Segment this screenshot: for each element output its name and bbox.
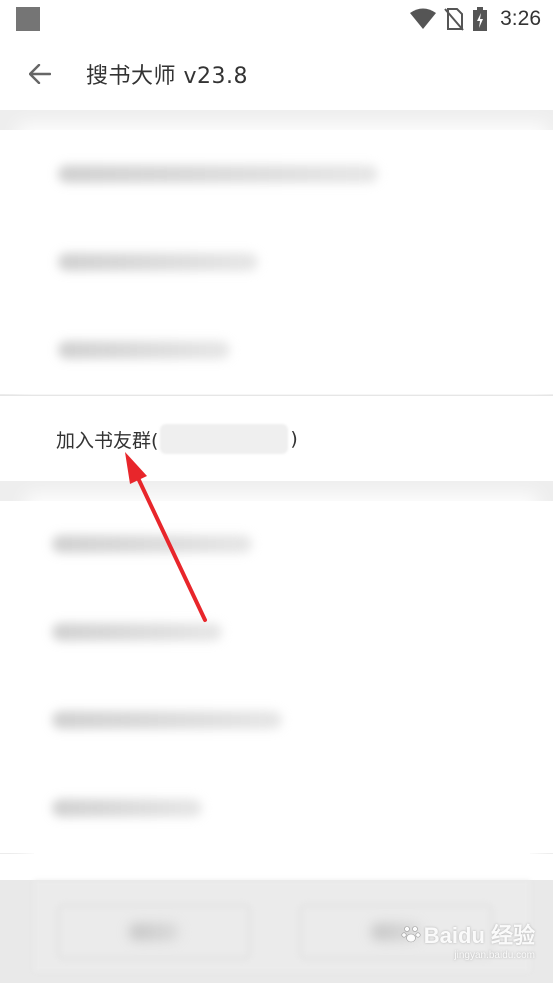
status-bar: 3:26 <box>0 0 553 38</box>
section-divider <box>0 110 553 130</box>
join-group-row[interactable]: 加入书友群( ) <box>0 395 553 482</box>
back-arrow-icon <box>29 64 51 84</box>
blurred-item-text <box>52 711 282 729</box>
dialog-left-button[interactable] <box>58 905 250 959</box>
status-icons: 3:26 <box>410 5 541 33</box>
back-button[interactable] <box>20 56 60 92</box>
blurred-menu-bottom <box>34 502 530 880</box>
join-group-label: 加入书友群( ) <box>56 424 298 454</box>
page-title: 搜书大师 v23.8 <box>86 64 248 89</box>
blurred-item-text <box>58 253 258 271</box>
wifi-icon <box>410 8 437 29</box>
blurred-item-text <box>52 535 252 553</box>
paw-icon <box>401 926 421 943</box>
blurred-item-text <box>52 799 202 817</box>
app-bar: 搜书大师 v23.8 <box>0 38 553 110</box>
no-sim-icon <box>444 8 464 31</box>
blurred-item-text <box>58 165 378 183</box>
baidu-watermark: Baidu 经验 jingyan.baidu.com <box>401 918 535 961</box>
status-time: 3:26 <box>500 7 541 30</box>
battery-charging-icon <box>473 7 488 31</box>
blurred-item-text <box>58 341 230 359</box>
notification-icon <box>16 7 40 31</box>
watermark-main: Baidu 经验 <box>401 918 535 950</box>
section-divider <box>0 481 553 501</box>
group-number-redacted <box>160 424 289 454</box>
watermark-url: jingyan.baidu.com <box>454 950 535 961</box>
blurred-menu-top <box>26 132 540 388</box>
blurred-item-text <box>52 623 222 641</box>
